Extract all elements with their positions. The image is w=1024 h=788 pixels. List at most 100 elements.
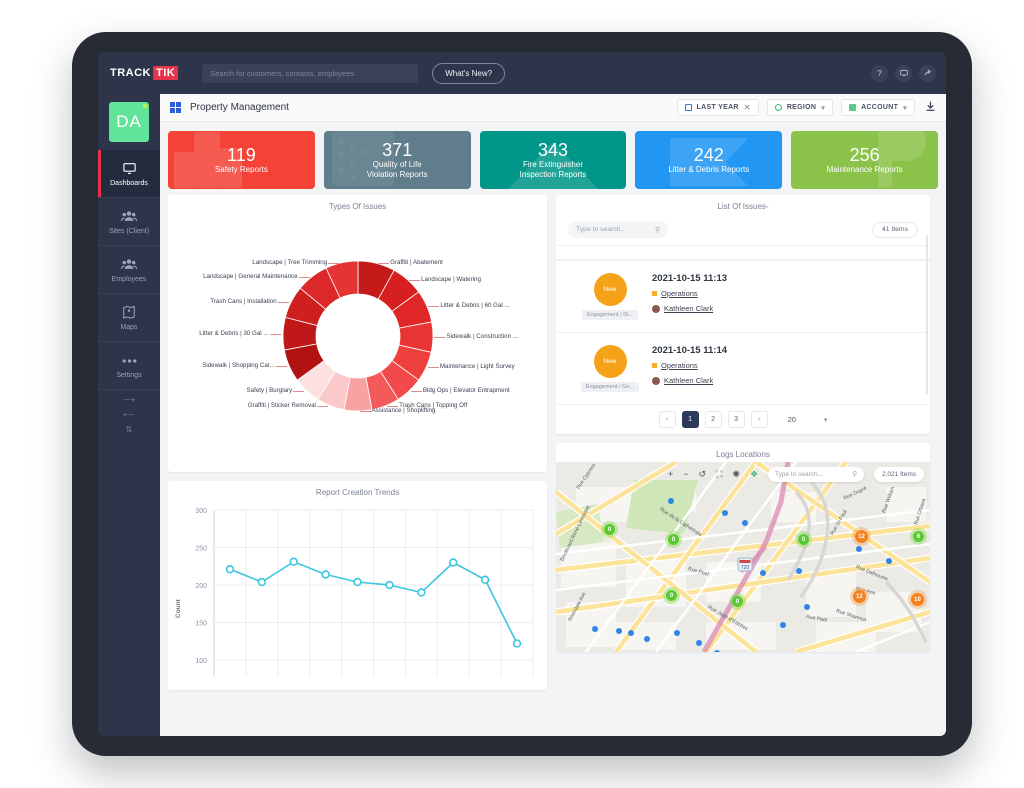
line-data-point[interactable] [417, 588, 426, 597]
map-log-point[interactable] [722, 510, 728, 516]
map-marker[interactable]: 12 [853, 590, 866, 603]
issue-category-link[interactable]: Operations [661, 289, 698, 298]
help-icon[interactable]: ? [871, 64, 888, 82]
kpi-card-litter-debris-reports[interactable]: 242 Litter & Debris Reports [635, 131, 783, 189]
zoom-in-icon[interactable]: + [668, 469, 673, 479]
map-marker[interactable]: 0 [732, 596, 743, 607]
issue-row[interactable]: New Engagement / Ge... 2021-10-15 11:14 Ope… [556, 332, 930, 404]
line-chart[interactable]: Count 100 150 200 250 300 [168, 500, 547, 690]
kpi-label-line1: Fire Extinguisher [522, 159, 583, 169]
line-data-point[interactable] [385, 580, 394, 590]
sidebar-item-sites-client[interactable]: Sites (Client) [98, 198, 160, 246]
category-color-swatch [652, 363, 657, 368]
map-log-point[interactable] [616, 628, 622, 634]
issue-category-link[interactable]: Operations [661, 361, 698, 370]
chevron-down-icon[interactable]: ▾ [824, 416, 828, 424]
chevron-down-icon[interactable]: ▾ [821, 104, 825, 112]
donut-label: Assistance | Shoplifting [371, 407, 436, 414]
map-log-point[interactable] [696, 640, 702, 646]
map-log-point[interactable] [674, 630, 680, 636]
map-search-input[interactable]: Type to search... ⚲ [768, 466, 865, 482]
donut-chart[interactable]: Graffiti | Abatement Landscape | Watering… [168, 214, 547, 472]
tracktik-logo[interactable]: TRACK TIK [110, 66, 179, 80]
map-log-point[interactable] [856, 546, 862, 552]
map-log-point[interactable] [742, 520, 748, 526]
issues-scrollbar[interactable] [925, 235, 928, 395]
cluster-icon[interactable]: ✺ [732, 469, 740, 480]
sidebar-item-settings[interactable]: Settings [98, 342, 160, 390]
issue-user: Kathleen Clark [652, 376, 727, 385]
issue-details: 2021-10-15 11:14 Operations Kathleen Clark [652, 345, 727, 385]
line-data-point[interactable] [449, 558, 458, 567]
line-data-point[interactable] [512, 639, 522, 648]
refresh-icon[interactable]: ↺ [699, 469, 707, 480]
kpi-card-quality-of-life[interactable]: 371 Quality of Life Violation Reports [323, 131, 471, 189]
pagination-page-size[interactable]: 20 [788, 415, 796, 424]
map-log-point[interactable] [760, 570, 766, 576]
map-log-point[interactable] [628, 630, 634, 636]
map-marker[interactable]: 0 [668, 534, 679, 545]
sidebar-item-employees[interactable]: Employees [98, 246, 160, 294]
fullscreen-icon[interactable]: ⛶ [716, 469, 722, 480]
issue-user-link[interactable]: Kathleen Clark [664, 304, 713, 313]
filter-region[interactable]: REGION ▾ [766, 99, 834, 116]
line-data-point[interactable] [225, 565, 235, 574]
map-log-point[interactable] [592, 626, 598, 632]
pagination-page-2[interactable]: 2 [704, 411, 722, 428]
pagination-prev[interactable]: ‹ [658, 411, 676, 428]
map-log-point[interactable] [804, 604, 810, 610]
pagination-next[interactable]: › [750, 411, 768, 428]
arrow-left-icon[interactable]: ⟵ [123, 411, 134, 419]
line-data-point[interactable] [257, 577, 267, 587]
sort-updown-icon[interactable]: ⇅ [126, 426, 133, 434]
map-marker[interactable]: 6 [913, 531, 924, 542]
issues-header-spacer [556, 246, 930, 260]
zoom-out-icon[interactable]: − [683, 469, 688, 479]
sidebar-item-dashboards[interactable]: Dashboards [98, 150, 160, 198]
map-marker[interactable]: 0 [666, 590, 677, 601]
map-marker[interactable]: 10 [911, 593, 924, 606]
map-log-point[interactable] [668, 498, 674, 504]
line-chart-svg[interactable]: 100 150 200 250 300 [168, 500, 547, 680]
map-log-point[interactable] [796, 568, 802, 574]
pagination-page-1[interactable]: 1 [681, 411, 699, 428]
map-marker[interactable]: 0 [604, 524, 615, 535]
report-creation-trends-panel: Report Creation Trends Count 100 150 200 25… [168, 481, 547, 690]
avatar[interactable]: DA [109, 102, 149, 142]
map-log-point[interactable] [714, 650, 720, 652]
map-log-point[interactable] [886, 558, 892, 564]
kpi-card-maintenance-reports[interactable]: 256 Maintenance Reports [791, 131, 938, 189]
download-icon[interactable] [925, 101, 936, 115]
kpi-card-fire-extinguisher[interactable]: 343 Fire Extinguisher Inspection Reports [479, 131, 627, 189]
pagination-page-3[interactable]: 3 [727, 411, 745, 428]
kpi-value: 242 [693, 144, 724, 165]
donut-leader-line [275, 365, 287, 367]
share-arrow-icon[interactable] [919, 64, 936, 82]
line-data-point[interactable] [321, 570, 330, 579]
line-data-point[interactable] [289, 557, 298, 566]
layers-icon[interactable]: ❖ [750, 469, 758, 480]
issues-search-input[interactable]: Type to search... ⚲ [568, 221, 668, 238]
map-marker[interactable]: 12 [855, 530, 868, 543]
map-marker[interactable]: 0 [798, 534, 809, 545]
map[interactable]: 720 Rue Cypress Rue de la Cathédrale Boule… [556, 462, 930, 652]
filter-account[interactable]: ACCOUNT ▾ [841, 99, 915, 116]
chevron-down-icon[interactable]: ▾ [903, 104, 907, 112]
global-search-input[interactable]: Search for customers, contacts, employee… [202, 63, 419, 83]
close-icon[interactable]: ✕ [744, 103, 751, 112]
map-log-point[interactable] [644, 636, 650, 642]
whats-new-button[interactable]: What's New? [432, 62, 506, 84]
kpi-card-safety-reports[interactable]: 119 Safety Reports [168, 131, 315, 189]
donut-leader-line [316, 405, 328, 407]
donut-label: Landscape | Watering [421, 275, 481, 283]
arrow-right-icon[interactable]: ⟶ [123, 396, 134, 404]
issue-row[interactable]: New Engagement / Di... 2021-10-15 11:13 Ope… [556, 260, 930, 332]
issue-user-link[interactable]: Kathleen Clark [664, 376, 713, 385]
sidebar-item-maps[interactable]: Maps [98, 294, 160, 342]
kpi-value: 371 [382, 139, 413, 160]
filter-last-year[interactable]: LAST YEAR ✕ [676, 99, 759, 116]
map-log-point[interactable] [780, 622, 786, 628]
line-data-point[interactable] [353, 577, 362, 587]
monitor-icon[interactable] [895, 64, 912, 82]
line-data-point[interactable] [480, 575, 490, 584]
